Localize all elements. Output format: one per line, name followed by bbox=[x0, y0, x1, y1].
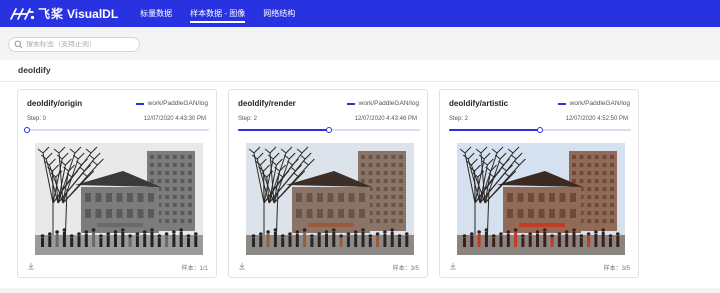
run-legend: work/PaddleGAN/log bbox=[135, 100, 208, 107]
slider-fill bbox=[238, 129, 329, 131]
tag-search[interactable] bbox=[8, 37, 140, 52]
download-icon[interactable] bbox=[449, 262, 457, 270]
step-slider[interactable] bbox=[449, 127, 631, 133]
card-title: deoldify/artistic bbox=[449, 99, 509, 108]
run-legend: work/PaddleGAN/log bbox=[346, 100, 419, 107]
step-slider[interactable] bbox=[238, 127, 420, 133]
slider-track bbox=[27, 129, 209, 131]
search-row bbox=[0, 27, 720, 60]
street-scene-image bbox=[246, 143, 414, 255]
run-color-swatch bbox=[557, 102, 566, 105]
run-name: work/PaddleGAN/log bbox=[147, 100, 208, 107]
timestamp: 12/07/2020 4:52:50 PM bbox=[565, 116, 628, 122]
image-card: deoldify/render work/PaddleGAN/log Step:… bbox=[228, 89, 428, 278]
nav-scalars[interactable]: 标量数据 bbox=[140, 0, 172, 27]
slider-thumb[interactable] bbox=[326, 127, 332, 133]
search-input[interactable] bbox=[26, 41, 136, 48]
step-label: Step: 2 bbox=[449, 116, 469, 122]
timestamp: 12/07/2020 4:43:30 PM bbox=[143, 116, 206, 122]
step-label: Step: 0 bbox=[27, 116, 47, 122]
group-title[interactable]: deoldify bbox=[0, 60, 720, 82]
visualdl-logo[interactable]: 飞桨 VisualDL bbox=[9, 0, 118, 27]
search-icon bbox=[14, 40, 23, 49]
card-title: deoldify/render bbox=[238, 99, 296, 108]
step-slider[interactable] bbox=[24, 127, 209, 133]
street-scene-image bbox=[457, 143, 625, 255]
slider-thumb[interactable] bbox=[24, 127, 30, 133]
brand-name: VisualDL bbox=[67, 6, 119, 21]
image-card-list: deoldify/origin work/PaddleGAN/log Step:… bbox=[17, 89, 650, 278]
image-card: deoldify/origin work/PaddleGAN/log Step:… bbox=[17, 89, 217, 278]
top-navigation-bar: 飞桨 VisualDL 标量数据 样本数据 - 图像 网络结构 bbox=[0, 0, 720, 27]
slider-fill bbox=[449, 129, 540, 131]
card-title: deoldify/origin bbox=[27, 99, 83, 108]
run-name: work/PaddleGAN/log bbox=[569, 100, 630, 107]
sample-count: 样本：3/5 bbox=[603, 266, 630, 272]
run-color-swatch bbox=[135, 102, 144, 105]
tag-group-panel: deoldify deoldify/origin work/PaddleGAN/… bbox=[0, 60, 720, 288]
brand-chinese: 飞桨 bbox=[38, 7, 65, 21]
sample-image[interactable] bbox=[457, 143, 625, 255]
timestamp: 12/07/2020 4:43:46 PM bbox=[354, 116, 417, 122]
paddle-logo-icon bbox=[10, 7, 35, 20]
street-scene-image bbox=[35, 143, 203, 255]
sample-image[interactable] bbox=[35, 143, 203, 255]
nav-images[interactable]: 样本数据 - 图像 bbox=[190, 0, 246, 27]
step-label: Step: 2 bbox=[238, 116, 258, 122]
sample-count: 样本：3/5 bbox=[392, 266, 419, 272]
image-card: deoldify/artistic work/PaddleGAN/log Ste… bbox=[439, 89, 639, 278]
main-nav: 标量数据 样本数据 - 图像 网络结构 bbox=[140, 0, 313, 27]
run-name: work/PaddleGAN/log bbox=[358, 100, 419, 107]
run-color-swatch bbox=[346, 102, 355, 105]
nav-graph[interactable]: 网络结构 bbox=[263, 0, 295, 27]
slider-thumb[interactable] bbox=[537, 127, 543, 133]
download-icon[interactable] bbox=[27, 262, 35, 270]
sample-count: 样本：1/1 bbox=[181, 266, 208, 272]
run-legend: work/PaddleGAN/log bbox=[557, 100, 630, 107]
sample-image[interactable] bbox=[246, 143, 414, 255]
download-icon[interactable] bbox=[238, 262, 246, 270]
